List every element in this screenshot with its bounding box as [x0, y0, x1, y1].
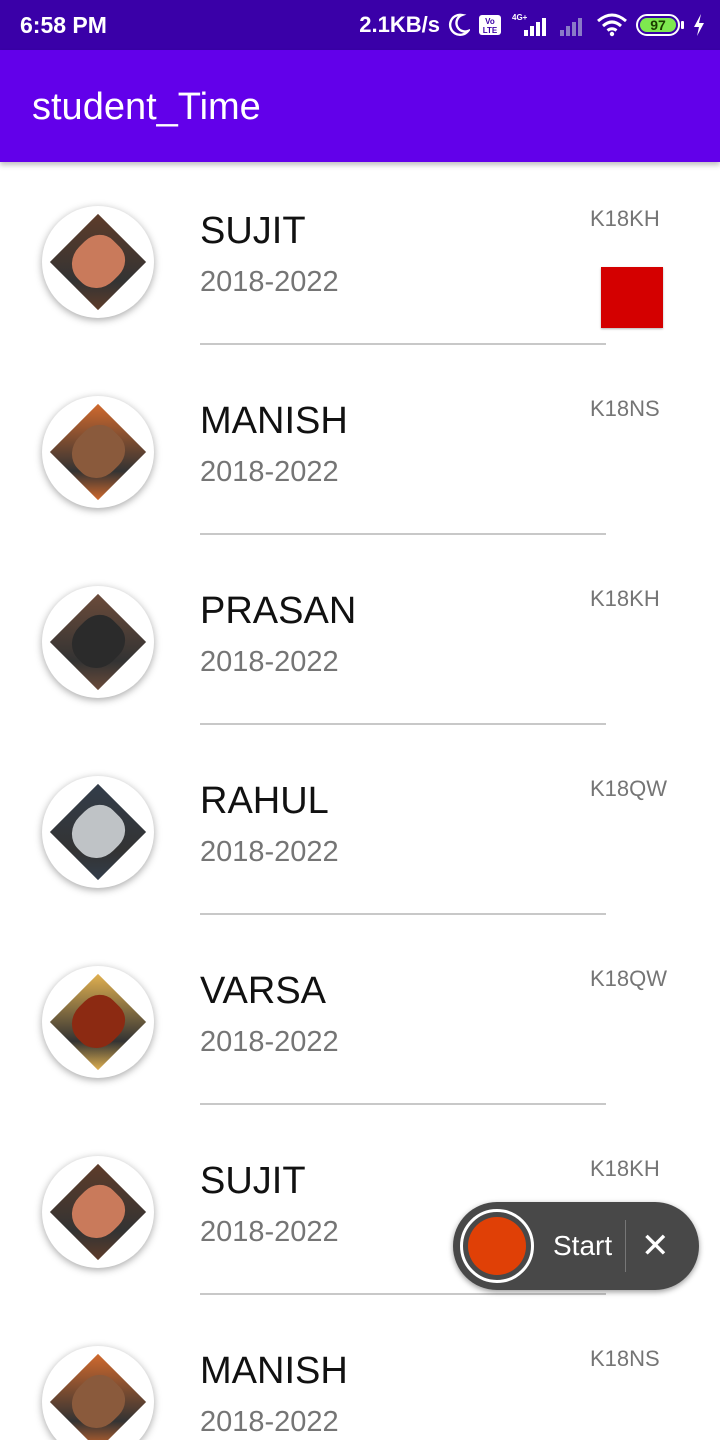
record-dot-icon: [468, 1217, 526, 1275]
avatar: [42, 966, 154, 1078]
row-divider: [200, 343, 606, 345]
avatar-photo: [49, 403, 147, 501]
student-name: PRASAN: [200, 590, 357, 632]
student-name: MANISH: [200, 1350, 348, 1392]
recorder-divider: [625, 1220, 626, 1272]
status-icons: 2.1KB/s Vo LTE 4G+ 97: [359, 10, 706, 40]
student-code: K18NS: [590, 396, 660, 421]
row-divider: [200, 1293, 606, 1295]
battery-level: 97: [640, 18, 676, 32]
record-button[interactable]: [460, 1209, 534, 1283]
volte-icon: Vo LTE: [479, 15, 501, 35]
student-row[interactable]: PRASAN 2018-2022 K18KH: [0, 542, 720, 732]
student-name: RAHUL: [200, 780, 329, 822]
student-name: SUJIT: [200, 1160, 306, 1202]
screen-recorder-widget: Start ✕: [453, 1202, 699, 1290]
avatar-photo: [49, 213, 147, 311]
network-speed: 2.1KB/s: [359, 12, 440, 37]
student-name: MANISH: [200, 400, 348, 442]
avatar: [42, 776, 154, 888]
student-row[interactable]: RAHUL 2018-2022 K18QW: [0, 732, 720, 922]
app-title: student_Time: [32, 86, 261, 128]
wifi-icon: [597, 13, 627, 37]
avatar-photo: [49, 593, 147, 691]
app-bar: student_Time: [0, 50, 720, 162]
battery-icon: 97: [636, 14, 684, 36]
status-time: 6:58 PM: [20, 12, 107, 38]
avatar-photo: [49, 1353, 147, 1440]
student-code: K18NS: [590, 1346, 660, 1371]
svg-text:4G+: 4G+: [512, 13, 528, 22]
avatar: [42, 1156, 154, 1268]
student-years: 2018-2022: [200, 266, 339, 298]
student-name: SUJIT: [200, 210, 306, 252]
svg-text:Vo: Vo: [485, 17, 495, 26]
signal-icon: [560, 18, 582, 36]
charging-icon: [694, 14, 704, 36]
student-code: K18QW: [590, 776, 668, 801]
student-row[interactable]: MANISH 2018-2022 K18NS: [0, 352, 720, 542]
avatar-photo: [49, 973, 147, 1071]
student-row[interactable]: SUJIT 2018-2022 K18KH: [0, 162, 720, 352]
close-icon[interactable]: ✕: [641, 1222, 670, 1270]
student-years: 2018-2022: [200, 1406, 339, 1438]
moon-icon: [448, 13, 470, 36]
student-code: K18KH: [590, 206, 660, 231]
row-divider: [200, 913, 606, 915]
row-divider: [200, 533, 606, 535]
avatar: [42, 586, 154, 698]
signal-4g-icon: 4G+: [512, 13, 546, 36]
status-bar: 6:58 PM 2.1KB/s Vo LTE 4G+ 97: [0, 0, 720, 50]
student-years: 2018-2022: [200, 836, 339, 868]
avatar: [42, 206, 154, 318]
avatar: [42, 396, 154, 508]
row-divider: [200, 723, 606, 725]
avatar: [42, 1346, 154, 1440]
student-years: 2018-2022: [200, 1026, 339, 1058]
student-code: K18KH: [590, 1156, 660, 1181]
student-years: 2018-2022: [200, 456, 339, 488]
avatar-photo: [49, 1163, 147, 1261]
status-marker: [601, 267, 663, 328]
avatar-photo: [49, 783, 147, 881]
student-code: K18KH: [590, 586, 660, 611]
student-name: VARSA: [200, 970, 327, 1012]
svg-text:LTE: LTE: [483, 26, 498, 35]
student-code: K18QW: [590, 966, 668, 991]
student-row[interactable]: VARSA 2018-2022 K18QW: [0, 922, 720, 1112]
student-row[interactable]: MANISH 2018-2022 K18NS: [0, 1302, 720, 1440]
row-divider: [200, 1103, 606, 1105]
student-years: 2018-2022: [200, 1216, 339, 1248]
start-recording-button[interactable]: Start: [553, 1230, 612, 1262]
student-years: 2018-2022: [200, 646, 339, 678]
